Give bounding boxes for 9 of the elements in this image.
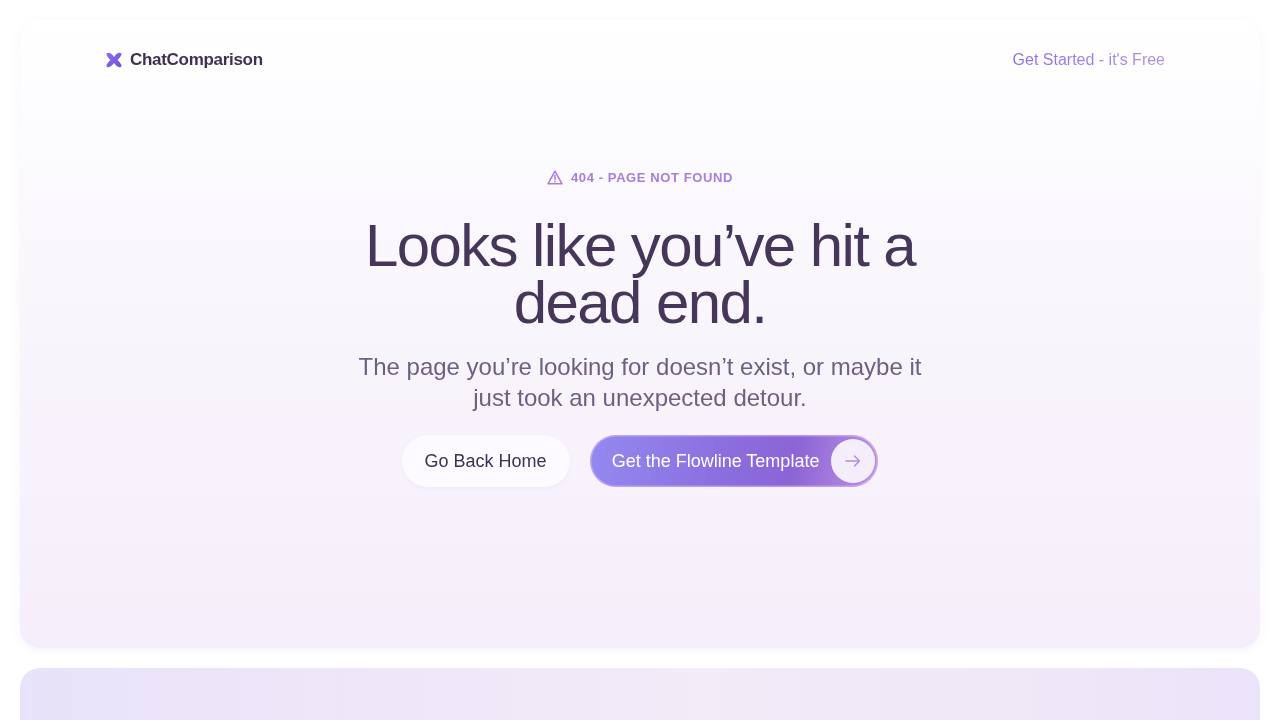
warning-icon: [547, 170, 563, 185]
logo-link[interactable]: ChatComparison: [105, 50, 263, 70]
home-button[interactable]: Go Back Home: [401, 435, 570, 487]
template-button[interactable]: Get the Flowline Template: [589, 435, 879, 487]
subtitle: The page you’re looking for doesn’t exist, or maybe it just took an unexpected detour.: [357, 352, 923, 413]
arrow-right-icon: [831, 439, 876, 483]
headline: Looks like you’ve hit a dead end.: [363, 217, 917, 331]
logo-icon: [105, 52, 123, 68]
error-label: 404 - PAGE NOT FOUND: [571, 170, 733, 185]
